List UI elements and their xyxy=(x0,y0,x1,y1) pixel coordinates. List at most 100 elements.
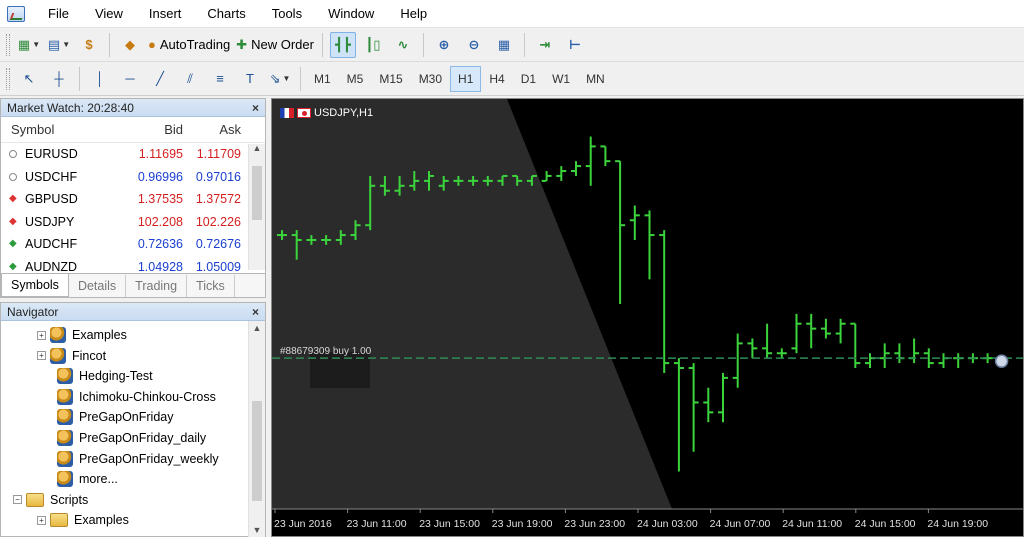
tree-expander-icon[interactable]: + xyxy=(37,351,46,361)
tab-details[interactable]: Details xyxy=(69,275,127,297)
menu-file[interactable]: File xyxy=(35,0,82,28)
vertical-line-button[interactable]: │ xyxy=(87,66,113,92)
menu-view[interactable]: View xyxy=(82,0,136,28)
navigator-item[interactable]: Hedging-Test xyxy=(57,366,153,386)
navigator-item[interactable]: PreGapOnFriday_weekly xyxy=(57,449,219,469)
current-price-marker[interactable] xyxy=(994,354,1009,368)
metaeditor-button[interactable]: ◆ xyxy=(117,32,143,58)
timeframe-m30-button[interactable]: M30 xyxy=(411,66,450,92)
tree-expander-icon[interactable]: − xyxy=(13,495,22,505)
navigator-item[interactable]: PreGapOnFriday xyxy=(57,407,173,427)
timeframe-m1-button[interactable]: M1 xyxy=(306,66,339,92)
auto-scroll-button[interactable]: ⇥ xyxy=(532,32,558,58)
fibonacci-button[interactable]: ≡ xyxy=(207,66,233,92)
market-watch-close-icon[interactable]: × xyxy=(252,101,259,115)
autotrading-button[interactable]: ● AutoTrading xyxy=(147,32,231,58)
tab-trading[interactable]: Trading xyxy=(126,275,188,297)
new-order-button[interactable]: ✚ New Order xyxy=(235,32,315,58)
market-watch-scrollbar[interactable]: ▲ xyxy=(248,143,265,270)
navigator-item[interactable]: more... xyxy=(57,469,118,489)
tile-windows-button[interactable]: ▦ xyxy=(491,32,517,58)
menu-charts[interactable]: Charts xyxy=(194,0,258,28)
bar-chart-button[interactable]: ┫┣ xyxy=(329,31,356,58)
toolbar-grip[interactable] xyxy=(6,67,10,90)
tree-expander-icon[interactable]: + xyxy=(37,330,46,340)
flag-us-icon xyxy=(280,108,294,118)
symbol-name: USDJPY xyxy=(25,214,75,229)
new-chart-button[interactable]: ▦ ▼ xyxy=(16,32,42,58)
column-header-ask[interactable]: Ask xyxy=(183,122,245,137)
timeframe-m5-button[interactable]: M5 xyxy=(339,66,372,92)
ask-cell: 1.11709 xyxy=(196,147,241,162)
scroll-up-icon[interactable]: ▲ xyxy=(249,323,265,333)
tab-ticks[interactable]: Ticks xyxy=(187,275,235,297)
timeframe-m15-button[interactable]: M15 xyxy=(371,66,410,92)
scroll-up-icon[interactable]: ▲ xyxy=(249,143,265,153)
market-watch-row[interactable]: ◆ AUDCHF 0.72636 0.72676 xyxy=(1,233,265,256)
autotrading-icon: ● xyxy=(148,37,156,52)
arrows-tool-button[interactable]: ⇘ ▼ xyxy=(267,66,293,92)
line-chart-button[interactable]: ∿ xyxy=(390,32,416,58)
market-watch-row[interactable]: EURUSD 1.11695 1.11709 xyxy=(1,143,265,166)
navigator-item[interactable]: Ichimoku-Chinkou-Cross xyxy=(57,387,216,407)
menu-window[interactable]: Window xyxy=(315,0,387,28)
scrollbar-thumb[interactable] xyxy=(252,401,262,501)
x-tick-label: 23 Jun 15:00 xyxy=(419,518,480,530)
more-items-icon xyxy=(57,471,73,488)
price-neutral-icon xyxy=(9,150,17,159)
chart-shift-button[interactable]: ⊢ xyxy=(562,32,588,58)
menu-insert[interactable]: Insert xyxy=(136,0,195,28)
trend-line-button[interactable]: ╱ xyxy=(147,66,173,92)
toolbar-separator xyxy=(321,32,323,57)
x-tick-label: 24 Jun 07:00 xyxy=(710,518,771,530)
timeframe-h4-button[interactable]: H4 xyxy=(481,66,512,92)
navigator-scrollbar[interactable]: ▲ ▼ xyxy=(248,321,265,537)
navigator-item[interactable]: + Examples xyxy=(37,325,127,345)
chart-window[interactable]: #88679309 buy 1.00 23 Jun 2016 23 Jun 11:… xyxy=(271,98,1024,537)
market-watch-toggle-button[interactable]: $ xyxy=(76,32,102,58)
market-watch-row[interactable]: USDCHF 0.96996 0.97016 xyxy=(1,166,265,189)
navigator-item-label: Fincot xyxy=(72,348,107,363)
price-chart[interactable]: #88679309 buy 1.00 23 Jun 2016 23 Jun 11:… xyxy=(272,99,1024,537)
arrows-tool-icon: ⇘ xyxy=(269,70,281,86)
tab-symbols[interactable]: Symbols xyxy=(1,274,69,297)
crosshair-tool-button[interactable]: ┼ xyxy=(46,66,72,92)
scrollbar-thumb[interactable] xyxy=(252,166,262,220)
navigator-close-icon[interactable]: × xyxy=(252,305,259,319)
menu-tools[interactable]: Tools xyxy=(259,0,315,28)
menu-help[interactable]: Help xyxy=(387,0,440,28)
navigator-item[interactable]: PreGapOnFriday_daily xyxy=(57,428,206,448)
order-line-label: #88679309 buy 1.00 xyxy=(280,346,372,357)
horizontal-line-button[interactable]: ─ xyxy=(117,66,143,92)
column-header-symbol[interactable]: Symbol xyxy=(1,122,123,137)
navigator-item[interactable]: − Scripts xyxy=(13,490,88,510)
timeframe-d1-button[interactable]: D1 xyxy=(513,66,544,92)
cursor-tool-button[interactable]: ↖ xyxy=(16,66,42,92)
crosshair-icon: ┼ xyxy=(54,71,64,86)
zoom-out-button[interactable]: ⊖ xyxy=(461,32,487,58)
market-watch-row[interactable]: ◆ USDJPY 102.208 102.226 xyxy=(1,211,265,234)
text-tool-button[interactable]: T xyxy=(237,66,263,92)
equidistant-channel-icon: ⫽ xyxy=(187,70,193,86)
market-watch-title: Market Watch: 20:28:40 xyxy=(7,100,134,115)
timeframe-h1-button[interactable]: H1 xyxy=(450,65,482,92)
x-tick-label: 23 Jun 11:00 xyxy=(347,518,407,530)
symbol-name: AUDNZD xyxy=(25,259,78,274)
zoom-in-button[interactable]: ⊕ xyxy=(431,32,457,58)
navigator-item[interactable]: + Fincot xyxy=(37,346,106,366)
toolbar-separator xyxy=(422,32,424,57)
scroll-down-icon[interactable]: ▼ xyxy=(249,525,265,535)
tree-expander-icon[interactable]: + xyxy=(37,515,46,525)
profiles-button[interactable]: ▤ ▼ xyxy=(46,32,72,58)
toolbar-separator xyxy=(523,32,525,57)
equidistant-channel-button[interactable]: ⫽ xyxy=(177,66,203,92)
navigator-item[interactable]: + Examples xyxy=(37,510,129,530)
toolbar-grip[interactable] xyxy=(6,33,10,56)
candlestick-button[interactable]: ┃▯ xyxy=(360,32,386,58)
timeframe-w1-button[interactable]: W1 xyxy=(544,66,578,92)
timeframe-mn-button[interactable]: MN xyxy=(578,66,613,92)
symbol-cell: ◆ GBPUSD xyxy=(1,192,123,206)
bar-chart-icon: ┫┣ xyxy=(335,36,351,52)
market-watch-row[interactable]: ◆ GBPUSD 1.37535 1.37572 xyxy=(1,188,265,211)
column-header-bid[interactable]: Bid xyxy=(123,122,183,137)
